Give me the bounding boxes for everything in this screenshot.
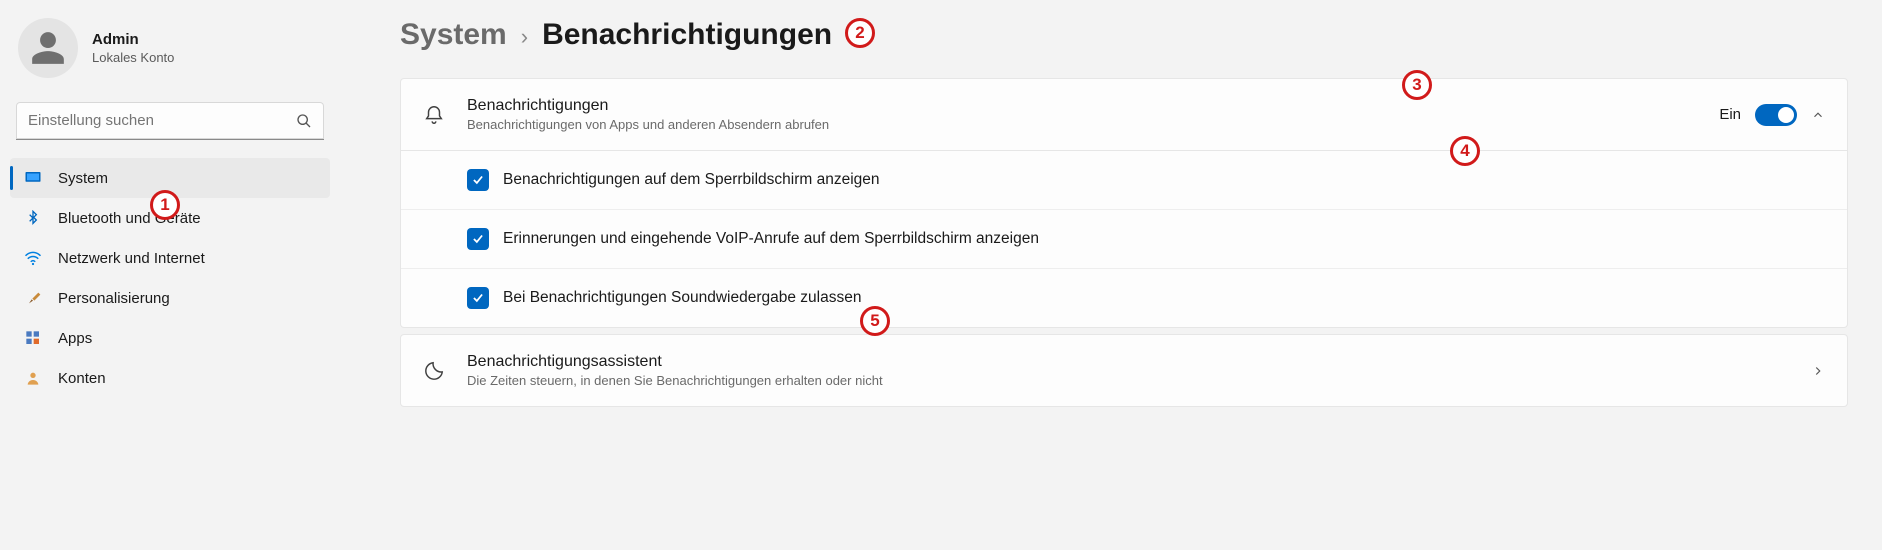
panel-desc: Benachrichtigungen von Apps und anderen …: [467, 117, 1697, 132]
sidebar: Admin Lokales Konto System Bluetooth und…: [0, 0, 340, 550]
option-label: Erinnerungen und eingehende VoIP-Anrufe …: [503, 230, 1039, 248]
chevron-right-icon: ›: [521, 24, 528, 50]
notifications-toggle[interactable]: [1755, 104, 1797, 126]
notification-options: Benachrichtigungen auf dem Sperrbildschi…: [401, 150, 1847, 327]
panel-focus-assist: Benachrichtigungsassistent Die Zeiten st…: [400, 334, 1848, 407]
chevron-right-icon: [1811, 364, 1825, 378]
sidebar-item-label: Netzwerk und Internet: [58, 250, 205, 267]
panel-notifications: Benachrichtigungen Benachrichtigungen vo…: [400, 78, 1848, 328]
sidebar-item-bluetooth[interactable]: Bluetooth und Geräte: [10, 198, 330, 238]
sidebar-item-label: System: [58, 170, 108, 187]
user-name: Admin: [92, 31, 174, 48]
person-icon: [24, 369, 42, 387]
panel-header-focus-assist[interactable]: Benachrichtigungsassistent Die Zeiten st…: [401, 335, 1847, 406]
checkbox-lockscreen[interactable]: [467, 169, 489, 191]
panel-titles: Benachrichtigungen Benachrichtigungen vo…: [467, 97, 1697, 132]
user-subtitle: Lokales Konto: [92, 50, 174, 65]
moon-icon: [423, 360, 445, 382]
chevron-up-icon[interactable]: [1811, 108, 1825, 122]
wifi-icon: [24, 249, 42, 267]
sidebar-item-label: Konten: [58, 370, 106, 387]
nav: System Bluetooth und Geräte Netzwerk und…: [10, 158, 330, 398]
search-wrap: [16, 102, 324, 140]
display-icon: [24, 169, 42, 187]
sidebar-item-accounts[interactable]: Konten: [10, 358, 330, 398]
toggle-label: Ein: [1719, 106, 1741, 123]
sidebar-item-apps[interactable]: Apps: [10, 318, 330, 358]
search-input[interactable]: [16, 102, 324, 140]
person-icon: [29, 29, 67, 67]
panel-title: Benachrichtigungen: [467, 97, 1697, 115]
option-voip-lockscreen: Erinnerungen und eingehende VoIP-Anrufe …: [401, 209, 1847, 268]
panel-desc: Die Zeiten steuern, in denen Sie Benachr…: [467, 373, 1789, 388]
checkbox-sound[interactable]: [467, 287, 489, 309]
avatar: [18, 18, 78, 78]
sidebar-item-label: Personalisierung: [58, 290, 170, 307]
breadcrumb-parent[interactable]: System: [400, 18, 507, 52]
panel-controls: [1811, 364, 1825, 378]
checkbox-voip[interactable]: [467, 228, 489, 250]
apps-icon: [24, 329, 42, 347]
option-sound: Bei Benachrichtigungen Soundwiedergabe z…: [401, 268, 1847, 327]
bell-icon: [423, 104, 445, 126]
panel-header-notifications[interactable]: Benachrichtigungen Benachrichtigungen vo…: [401, 79, 1847, 150]
sidebar-item-system[interactable]: System: [10, 158, 330, 198]
brush-icon: [24, 289, 42, 307]
page-title: Benachrichtigungen: [542, 18, 832, 52]
bluetooth-icon: [24, 209, 42, 227]
option-label: Benachrichtigungen auf dem Sperrbildschi…: [503, 171, 880, 189]
panel-controls: Ein: [1719, 104, 1825, 126]
panel-titles: Benachrichtigungsassistent Die Zeiten st…: [467, 353, 1789, 388]
sidebar-item-label: Bluetooth und Geräte: [58, 210, 201, 227]
panel-title: Benachrichtigungsassistent: [467, 353, 1789, 371]
option-label: Bei Benachrichtigungen Soundwiedergabe z…: [503, 289, 861, 307]
sidebar-item-label: Apps: [58, 330, 92, 347]
option-lockscreen-notifications: Benachrichtigungen auf dem Sperrbildschi…: [401, 151, 1847, 209]
user-block[interactable]: Admin Lokales Konto: [10, 18, 330, 96]
main-content: System › Benachrichtigungen Benachrichti…: [340, 0, 1882, 550]
user-info: Admin Lokales Konto: [92, 31, 174, 65]
breadcrumb: System › Benachrichtigungen: [400, 18, 1848, 52]
sidebar-item-personalization[interactable]: Personalisierung: [10, 278, 330, 318]
sidebar-item-network[interactable]: Netzwerk und Internet: [10, 238, 330, 278]
